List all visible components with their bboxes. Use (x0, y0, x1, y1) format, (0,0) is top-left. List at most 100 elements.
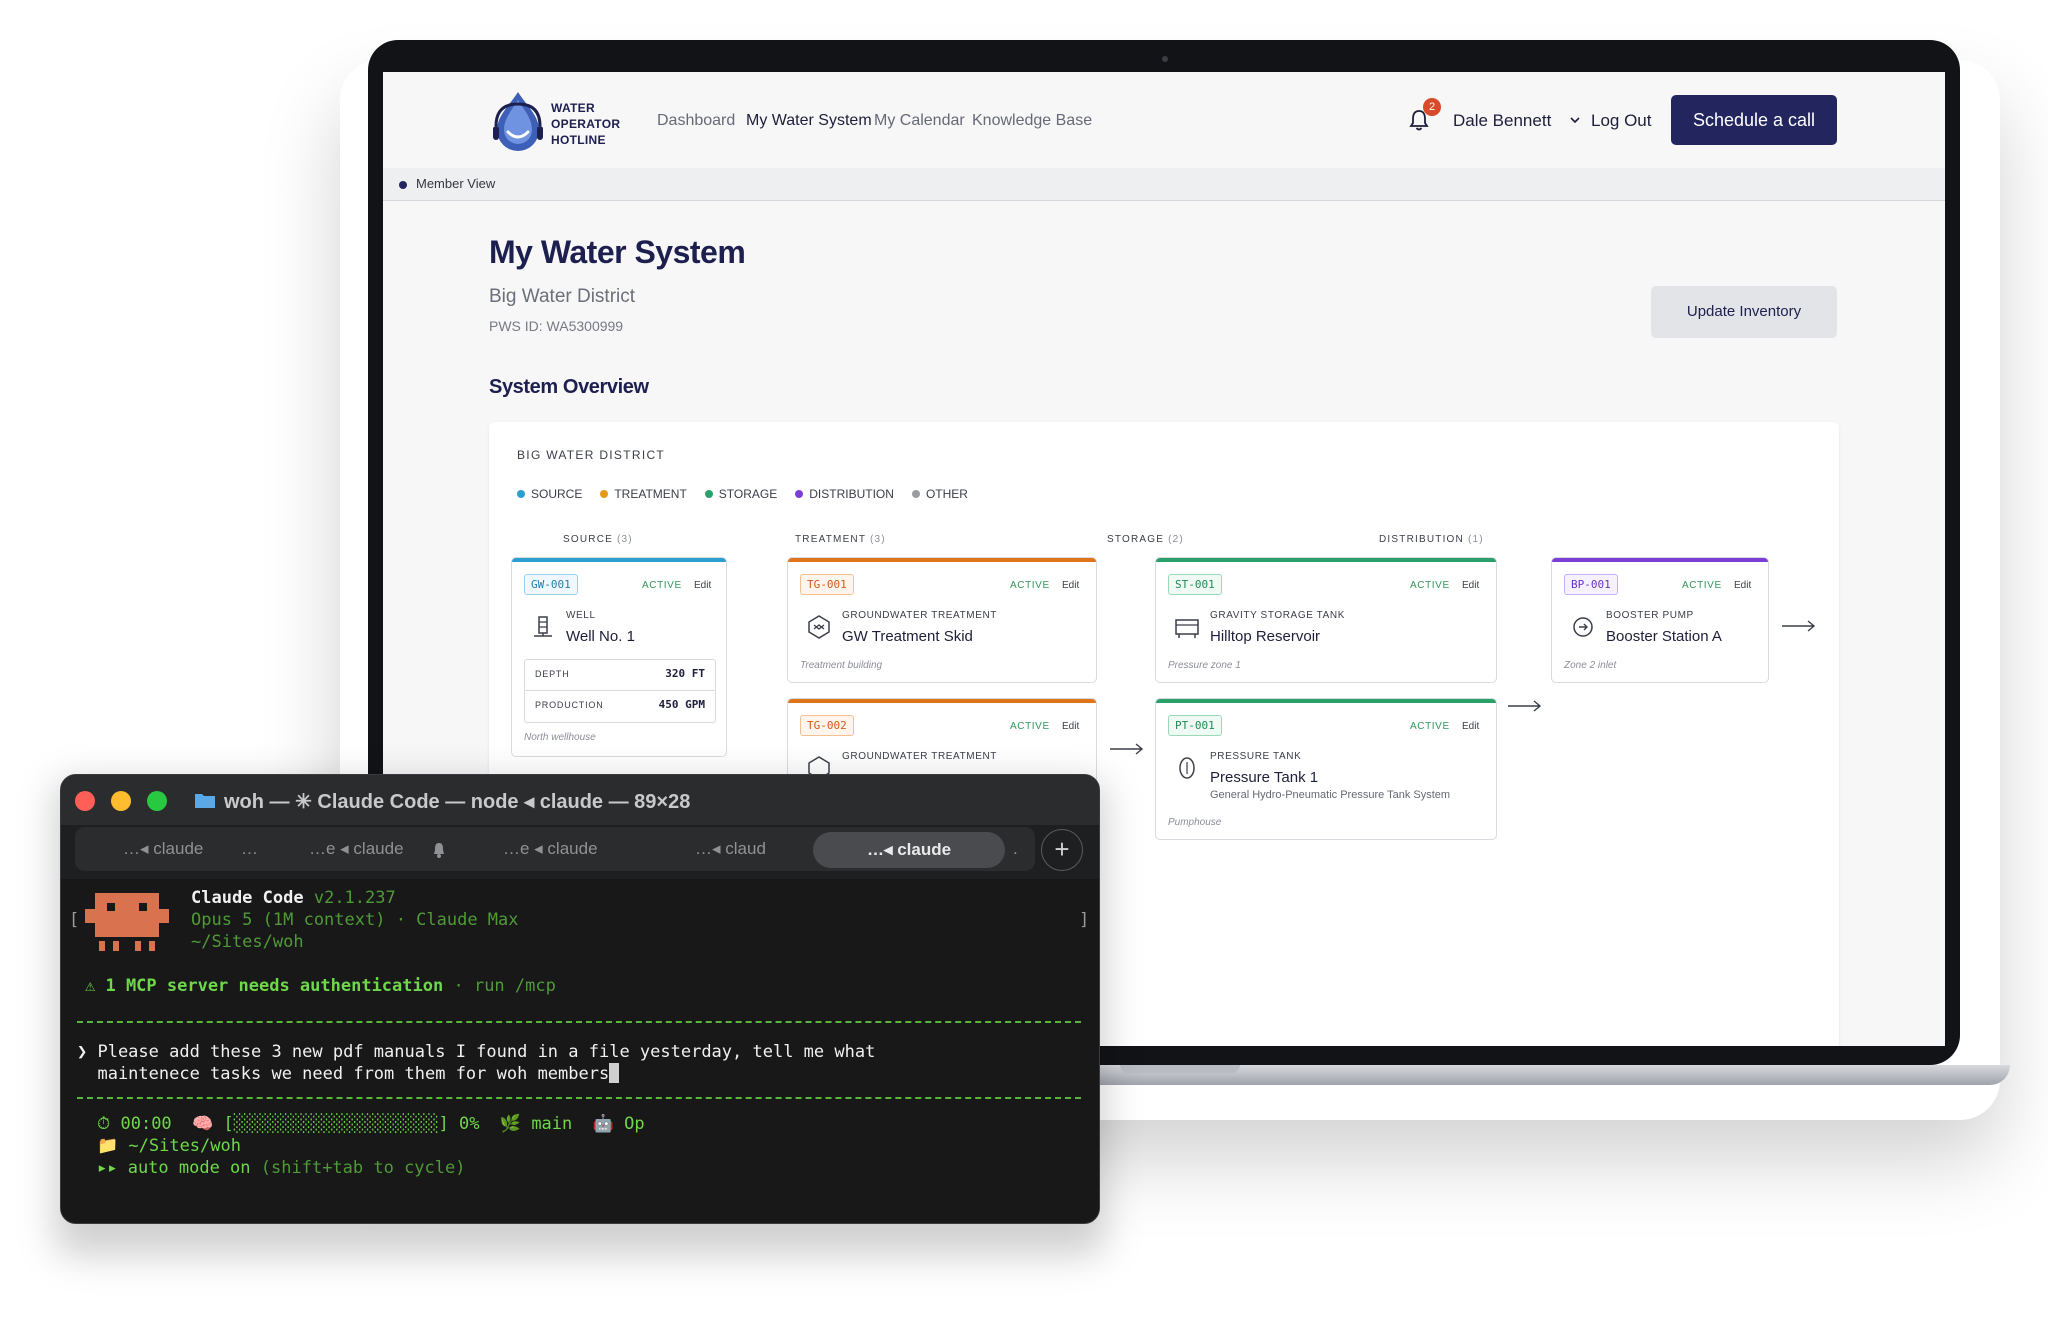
column-count: (2) (1168, 534, 1184, 545)
user-menu[interactable]: Dale Bennett (1453, 111, 1551, 131)
close-button[interactable] (75, 791, 95, 811)
prompt-divider-bottom (77, 1097, 1081, 1099)
text-cursor (609, 1063, 620, 1083)
status-branch: 🌿 main (499, 1114, 573, 1134)
legend-item: SOURCE (517, 486, 582, 502)
asset-name: Well No. 1 (566, 628, 635, 645)
asset-code: ST-001 (1168, 574, 1222, 595)
asset-metrics: DEPTH 320 FT PRODUCTION 450 GPM (524, 659, 716, 723)
asset-code: TG-001 (800, 574, 854, 595)
flow-arrow-icon (1508, 700, 1542, 712)
prompt-divider-top (77, 1021, 1081, 1023)
storage-tank-icon (1175, 619, 1199, 638)
status-badge: ACTIVE (1410, 721, 1450, 732)
asset-code: GW-001 (524, 574, 578, 595)
asset-card-gw-001[interactable]: GW-001 ACTIVE Edit WELL Well No. 1 DEPTH… (511, 557, 727, 757)
mcp-warning: ⚠ 1 MCP server needs authentication · ru… (85, 975, 556, 997)
column-header-source: SOURCE (3) (563, 534, 633, 545)
edit-link[interactable]: Edit (1462, 721, 1479, 732)
metric-value: 320 FT (665, 667, 705, 680)
terminal-output[interactable]: [ ] Claude Code v2.1.237 Opus 5 (1M cont… (61, 879, 1099, 1223)
prompt-input-line[interactable]: maintenece tasks we need from them for w… (77, 1063, 620, 1085)
column-header-treatment: TREATMENT (3) (795, 534, 886, 545)
asset-location: Pumphouse (1168, 817, 1222, 828)
terminal-tab[interactable]: …e ◂ claude (309, 839, 404, 859)
legend-label: DISTRIBUTION (809, 487, 894, 501)
asset-card-bp-001[interactable]: BP-001 ACTIVE Edit BOOSTER PUMP Booster … (1551, 557, 1769, 683)
card-accent (1552, 558, 1768, 562)
asset-location: Pressure zone 1 (1168, 660, 1241, 671)
status-badge: ACTIVE (1010, 580, 1050, 591)
update-inventory-button[interactable]: Update Inventory (1651, 286, 1837, 338)
edit-link[interactable]: Edit (1062, 580, 1079, 591)
water-drop-logo-icon[interactable] (489, 90, 547, 152)
logout-link[interactable]: Log Out (1591, 111, 1652, 131)
schedule-call-button[interactable]: Schedule a call (1671, 95, 1837, 145)
nav-dashboard[interactable]: Dashboard (657, 112, 735, 130)
asset-location: Treatment building (800, 660, 883, 671)
legend-item: STORAGE (704, 486, 777, 502)
chevron-down-icon[interactable] (1569, 114, 1581, 126)
card-accent (512, 558, 726, 562)
edit-link[interactable]: Edit (1734, 580, 1751, 591)
legend-item: TREATMENT (600, 486, 687, 502)
asset-name: Pressure Tank 1 (1210, 769, 1319, 786)
logo-line: OPERATOR (551, 117, 621, 131)
legend-dot (600, 490, 609, 498)
column-label: DISTRIBUTION (1379, 534, 1464, 545)
asset-card-tg-001[interactable]: TG-001 ACTIVE Edit GROUNDWATER TREATMENT… (787, 557, 1097, 683)
legend: SOURCE TREATMENT STORAGE DISTRIBUTION OT… (517, 486, 968, 502)
asset-type: PRESSURE TANK (1210, 751, 1302, 762)
status-timer: ⏱ 00:00 (97, 1114, 172, 1134)
claude-mascot-icon (85, 893, 169, 951)
asset-location: North wellhouse (524, 732, 596, 743)
terminal-window: woh — ✳ Claude Code — node ◂ claude — 89… (60, 774, 1100, 1224)
asset-card-st-001[interactable]: ST-001 ACTIVE Edit GRAVITY STORAGE TANK … (1155, 557, 1497, 683)
terminal-tab[interactable]: …◂ claud (695, 839, 766, 859)
status-line: ⏱ 00:00 🧠 [░░░░░░░░░░░░░░░░░░░░] 0% 🌿 ma… (97, 1113, 645, 1135)
metric-value: 450 GPM (658, 698, 705, 711)
edit-link[interactable]: Edit (1462, 580, 1479, 591)
edit-link[interactable]: Edit (1062, 721, 1079, 732)
column-label: SOURCE (563, 534, 613, 545)
pump-icon (1573, 617, 1593, 637)
asset-type: GROUNDWATER TREATMENT (842, 751, 998, 762)
edit-link[interactable]: Edit (694, 580, 711, 591)
warning-text: ⚠ 1 MCP server needs authentication (85, 976, 444, 996)
card-accent (1156, 699, 1496, 703)
terminal-tab[interactable]: …e ◂ claude (503, 839, 598, 859)
prompt-input-line[interactable]: ❯ Please add these 3 new pdf manuals I f… (77, 1041, 875, 1063)
terminal-tab[interactable]: …◂ claude (123, 839, 203, 859)
asset-type: GRAVITY STORAGE TANK (1210, 610, 1345, 621)
asset-type: BOOSTER PUMP (1606, 610, 1694, 621)
well-icon (534, 616, 552, 637)
terminal-tab-overflow: … (241, 839, 258, 858)
laptop-notch (1120, 1065, 1240, 1073)
asset-card-pt-001[interactable]: PT-001 ACTIVE Edit PRESSURE TANK Pressur… (1155, 698, 1497, 840)
legend-item: OTHER (911, 486, 968, 502)
asset-name: GW Treatment Skid (842, 628, 973, 645)
nav-my-calendar[interactable]: My Calendar (874, 112, 965, 130)
cwd-line: ~/Sites/woh (191, 932, 304, 952)
metric-label: PRODUCTION (535, 700, 604, 710)
logo-line: WATER (551, 101, 595, 115)
section-title: System Overview (489, 376, 649, 398)
status-model: 🤖 Op (592, 1114, 645, 1134)
zoom-button[interactable] (147, 791, 167, 811)
nav-knowledge-base[interactable]: Knowledge Base (972, 112, 1092, 130)
asset-name: Hilltop Reservoir (1210, 628, 1321, 645)
legend-label: TREATMENT (614, 487, 687, 501)
app-name: Claude Code (191, 888, 304, 908)
minimize-button[interactable] (111, 791, 131, 811)
metric-row-depth: DEPTH 320 FT (525, 660, 715, 691)
nav-my-water-system[interactable]: My Water System (746, 112, 872, 130)
terminal-tab-active[interactable]: …◂ claude (813, 832, 1005, 868)
claude-header: Claude Code v2.1.237 (191, 887, 396, 909)
column-label: TREATMENT (795, 534, 866, 545)
new-tab-button[interactable]: + (1041, 829, 1083, 871)
column-count: (3) (616, 534, 633, 545)
pws-id: PWS ID: WA5300999 (489, 318, 624, 334)
treatment-icon (808, 615, 830, 639)
logo-wordmark[interactable]: WATER OPERATOR HOTLINE (551, 100, 620, 148)
member-view-dot (399, 181, 407, 189)
